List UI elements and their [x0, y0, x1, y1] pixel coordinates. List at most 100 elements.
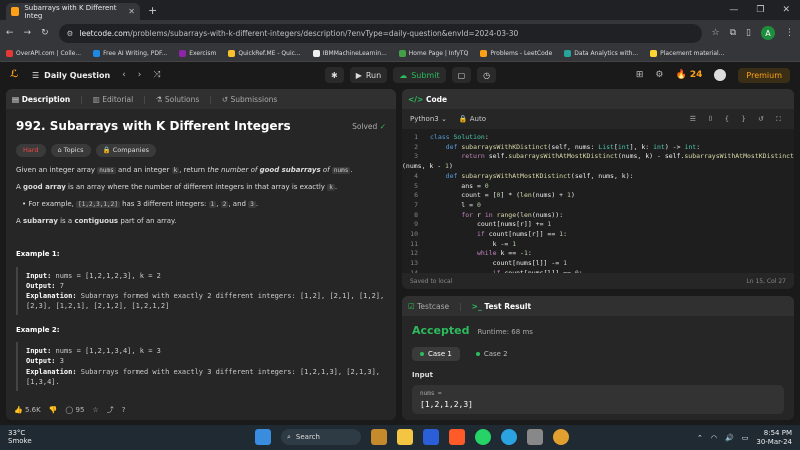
close-tab-icon[interactable]: ✕ — [128, 7, 135, 16]
runtime-label: Runtime: 68 ms — [477, 328, 533, 336]
browser-tab-bar: Subarrays with K Different Integ ✕ + — ❐… — [0, 0, 800, 20]
bookmark-item[interactable]: OverAPI.com | Colle... — [6, 50, 81, 57]
submit-button[interactable]: ☁ Submit — [393, 67, 446, 83]
tab-testcase[interactable]: ☑ Testcase — [408, 302, 449, 311]
reload-icon[interactable]: ↻ — [41, 28, 49, 38]
bookmark-favicon-icon — [179, 50, 187, 57]
taskbar-search[interactable]: ⌕ Search — [281, 429, 361, 445]
back-icon[interactable]: ← — [6, 28, 14, 38]
bookmark-item[interactable]: Home Page | InfyTQ — [398, 50, 468, 57]
bookmark-favicon-icon — [6, 50, 13, 57]
favorite-star-icon[interactable]: ☆ — [92, 406, 98, 414]
widgets-icon[interactable] — [371, 429, 387, 445]
battery-icon[interactable]: ▭ — [742, 434, 749, 442]
code-line: 13 count[nums[l]] -= 1 — [410, 259, 567, 268]
streak-counter[interactable]: 🔥 24 — [676, 70, 703, 80]
url-field[interactable]: ⚙ leetcode.com /problems/subarrays-with-… — [58, 23, 702, 43]
code-tab[interactable]: </> Code — [408, 95, 447, 104]
tray-chevron-icon[interactable]: ⌃ — [697, 434, 703, 442]
site-info-icon[interactable]: ⚙ — [67, 29, 74, 38]
list-icon: ☰ — [32, 70, 40, 80]
telegram-icon[interactable] — [501, 429, 517, 445]
tab-solutions[interactable]: ⚗ Solutions — [156, 95, 200, 104]
bookmark-star-icon[interactable]: ☆ — [712, 28, 720, 38]
bookmark-item[interactable]: Exercism — [179, 50, 216, 57]
chrome-icon[interactable] — [553, 429, 569, 445]
share-icon[interactable]: ⤴ — [107, 405, 114, 415]
file-explorer-icon[interactable] — [397, 429, 413, 445]
topics-tag[interactable]: ⌂ Topics — [50, 144, 91, 157]
next-problem-icon[interactable]: › — [138, 70, 142, 80]
bookmark-item[interactable]: Free AI Writing, PDF... — [93, 50, 167, 57]
debug-button[interactable]: ✱ — [325, 67, 344, 83]
editor-status-bar: Saved to local Ln 15, Col 27 — [402, 273, 794, 289]
bookmark-item[interactable]: Placement material... — [650, 50, 724, 57]
code-line: 10 if count[nums[r]] == 1: — [410, 230, 567, 239]
autocomplete-toggle[interactable]: 🔒 Auto — [459, 115, 486, 123]
menu-icon[interactable]: ⋮ — [785, 28, 794, 38]
pass-dot-icon — [475, 352, 480, 356]
bookmark-item[interactable]: Data Analytics with... — [564, 50, 638, 57]
thumbs-up-icon: 👍 — [14, 406, 23, 414]
notes-button[interactable]: ▢ — [451, 67, 472, 83]
comments-button[interactable]: ◯ 95 — [65, 406, 84, 414]
weather-widget[interactable]: 33°C Smoke — [8, 429, 32, 445]
input-key: nums = — [420, 390, 442, 397]
dislike-button[interactable]: 👎 — [49, 406, 58, 414]
layout-icon[interactable]: ⊞ — [636, 70, 644, 80]
case-2-button[interactable]: Case 2 — [468, 347, 516, 361]
leetcode-navbar: ℒ ☰ Daily Question ‹ › ⤨ ✱ ▶ Run ☁ Submit ▢… — [0, 62, 800, 88]
settings-icon[interactable] — [527, 429, 543, 445]
checkbox-icon: ☑ — [408, 301, 415, 311]
clock[interactable]: 8:54 PM 30-Mar-24 — [756, 429, 792, 446]
speaker-icon[interactable]: 🔊 — [725, 434, 734, 442]
thumbs-down-icon: 👎 — [48, 406, 58, 414]
editor-actions[interactable]: ☰ ⌷ { } ↺ ⛶ — [690, 115, 786, 124]
code-line: 2 def subarraysWithKDistinct(self, nums:… — [414, 142, 701, 151]
new-tab-icon[interactable]: + — [148, 4, 157, 17]
language-select[interactable]: Python3 ⌄ — [410, 115, 447, 123]
case-selector: Case 1 Case 2 — [412, 347, 784, 361]
shuffle-icon[interactable]: ⤨ — [153, 70, 160, 80]
extensions-icon[interactable]: ⧉ — [730, 28, 736, 38]
tab-test-result[interactable]: >_ Test Result — [472, 302, 531, 311]
profile-avatar[interactable]: A — [761, 26, 775, 40]
windows-start-icon[interactable] — [255, 429, 271, 445]
address-bar: ← → ↻ ⚙ leetcode.com /problems/subarrays… — [0, 20, 800, 46]
tab-editorial[interactable]: ▥ Editorial — [93, 95, 133, 104]
browser-tab[interactable]: Subarrays with K Different Integ ✕ — [6, 3, 140, 20]
tab-description[interactable]: ▤ Description — [12, 95, 70, 104]
run-button[interactable]: ▶ Run — [349, 67, 388, 83]
premium-button[interactable]: Premium — [738, 67, 790, 83]
bookmark-item[interactable]: QuickRef.ME - Quic... — [228, 50, 301, 57]
maximize-icon[interactable]: ❐ — [756, 5, 764, 15]
code-editor[interactable]: 1 class Solution: 2 def subarraysWithKDis… — [402, 129, 794, 289]
minimize-icon[interactable]: — — [729, 5, 738, 15]
case-1-button[interactable]: Case 1 — [412, 347, 460, 361]
tab-title: Subarrays with K Different Integ — [24, 3, 117, 20]
timer-button[interactable]: ◷ — [477, 67, 497, 83]
tab-submissions[interactable]: ↺ Submissions — [222, 95, 278, 104]
companies-tag[interactable]: 🔒 Companies — [95, 144, 156, 157]
settings-gear-icon[interactable]: ⚙ — [655, 70, 663, 80]
sidebar-icon[interactable]: ▯ — [746, 28, 751, 38]
like-button[interactable]: 👍 5.6K — [14, 406, 41, 414]
daily-question-link[interactable]: ☰ Daily Question — [32, 71, 110, 80]
bookmark-item[interactable]: Problems - LeetCode — [480, 50, 552, 57]
run-controls: ✱ ▶ Run ☁ Submit ▢ ◷ — [325, 67, 497, 83]
whatsapp-icon[interactable] — [475, 429, 491, 445]
office-icon[interactable] — [449, 429, 465, 445]
help-icon[interactable]: ? — [122, 406, 126, 414]
wifi-icon[interactable]: ◠ — [711, 434, 717, 442]
bookmark-item[interactable]: IBMMachineLearnin... — [312, 50, 387, 57]
user-avatar[interactable] — [714, 69, 727, 81]
leetcode-logo-icon[interactable]: ℒ — [10, 69, 22, 81]
prev-problem-icon[interactable]: ‹ — [122, 70, 126, 80]
app-l-icon[interactable] — [423, 429, 439, 445]
leetcode-favicon-icon — [11, 7, 20, 16]
tag-icon: ⌂ — [57, 146, 62, 155]
close-window-icon[interactable]: ✕ — [782, 5, 790, 15]
problem-title[interactable]: 992. Subarrays with K Different Integers — [16, 117, 291, 136]
forward-icon[interactable]: → — [24, 28, 32, 38]
lock-icon: 🔒 — [102, 146, 111, 155]
